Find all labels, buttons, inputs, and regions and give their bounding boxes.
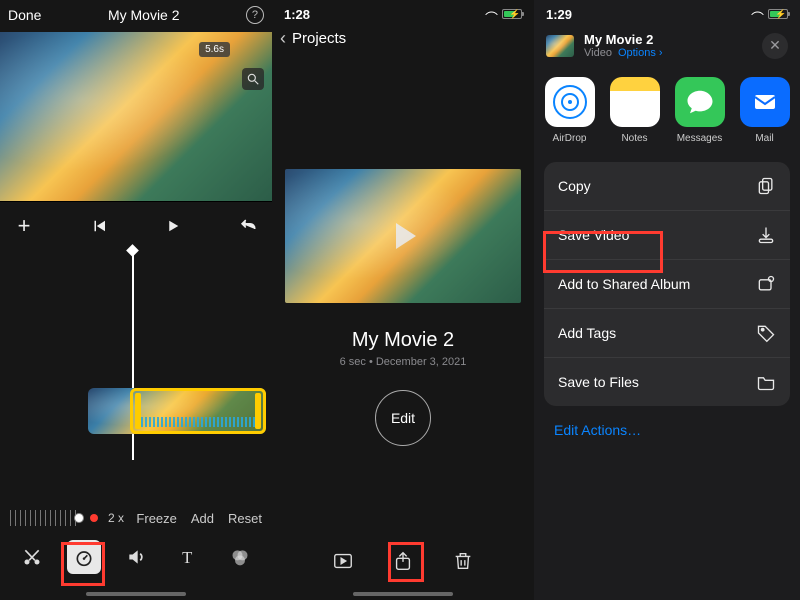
delete-button[interactable] — [450, 548, 476, 574]
clock: 1:29 — [546, 7, 572, 22]
airdrop-icon — [545, 77, 595, 127]
project-screen: 1:28 ⚡ ‹ Projects My Movie 2 6 sec • Dec… — [272, 0, 534, 600]
project-title: My Movie 2 — [272, 329, 534, 352]
edit-actions-button[interactable]: Edit Actions… — [534, 406, 800, 454]
battery-icon: ⚡ — [768, 9, 788, 19]
shared-album-icon — [756, 274, 776, 294]
editor-topbar: Done My Movie 2 ? — [0, 0, 272, 32]
project-title: My Movie 2 — [108, 7, 180, 23]
speed-tool[interactable] — [67, 540, 101, 574]
share-actions-list: Copy Save Video Add to Shared Album Add … — [544, 162, 790, 406]
messages-app[interactable]: Messages — [674, 77, 725, 144]
project-meta: 6 sec • December 3, 2021 — [272, 356, 534, 368]
notes-icon — [610, 77, 660, 127]
speed-ramp-indicator — [141, 417, 255, 427]
back-button[interactable]: Projects — [292, 30, 346, 47]
freeze-button[interactable]: Freeze — [136, 511, 176, 526]
titles-tool[interactable]: T — [171, 540, 205, 574]
share-title: My Movie 2 — [584, 32, 663, 47]
share-options-button[interactable]: Options › — [618, 47, 663, 59]
add-media-button[interactable]: + — [10, 212, 38, 240]
notes-app[interactable]: Notes — [609, 77, 660, 144]
undo-button[interactable] — [234, 212, 262, 240]
copy-action[interactable]: Copy — [544, 162, 790, 211]
mail-app[interactable]: Mail — [739, 77, 790, 144]
timeline[interactable] — [0, 250, 272, 460]
add-shared-label: Add to Shared Album — [558, 276, 690, 292]
speed-controls: 2 x Freeze Add Reset — [0, 510, 272, 526]
battery-icon: ⚡ — [502, 9, 522, 19]
notes-label: Notes — [621, 133, 647, 144]
play-overlay-icon[interactable] — [285, 169, 521, 303]
done-button[interactable]: Done — [8, 7, 41, 23]
save-video-label: Save Video — [558, 227, 629, 243]
play-fullscreen-button[interactable] — [330, 548, 356, 574]
volume-tool[interactable] — [119, 540, 153, 574]
mail-icon — [740, 77, 790, 127]
speed-slider[interactable] — [10, 510, 80, 526]
add-shared-album-action[interactable]: Add to Shared Album — [544, 260, 790, 309]
filters-tool[interactable] — [223, 540, 257, 574]
close-icon[interactable]: ✕ — [762, 33, 788, 59]
edit-toolbar: T — [0, 532, 272, 582]
help-icon[interactable]: ? — [246, 6, 264, 24]
share-subtitle: Video — [584, 47, 612, 59]
copy-label: Copy — [558, 178, 591, 194]
project-actions — [272, 548, 534, 574]
tag-icon — [756, 323, 776, 343]
messages-label: Messages — [677, 133, 723, 144]
copy-icon — [756, 176, 776, 196]
reset-speed-button[interactable]: Reset — [228, 511, 262, 526]
svg-text:T: T — [182, 548, 192, 567]
speed-indicator-icon — [90, 514, 98, 522]
duration-badge: 5.6s — [199, 42, 230, 57]
home-indicator — [353, 592, 453, 596]
share-header: My Movie 2 Video Options › ✕ — [534, 24, 800, 73]
save-to-files-action[interactable]: Save to Files — [544, 358, 790, 406]
share-thumbnail — [546, 35, 574, 57]
clock: 1:28 — [284, 7, 310, 22]
save-files-label: Save to Files — [558, 374, 639, 390]
transport-bar: + — [0, 202, 272, 250]
mail-label: Mail — [755, 133, 773, 144]
status-bar: 1:29 ⚡ — [534, 0, 800, 24]
add-tags-action[interactable]: Add Tags — [544, 309, 790, 358]
airdrop-label: AirDrop — [553, 133, 587, 144]
speed-multiplier: 2 x — [108, 511, 124, 525]
video-preview[interactable] — [0, 32, 272, 202]
cut-tool[interactable] — [15, 540, 49, 574]
skip-back-button[interactable] — [85, 212, 113, 240]
airdrop-app[interactable]: AirDrop — [544, 77, 595, 144]
editor-screen: Done My Movie 2 ? 5.6s + 2 x Freeze Add … — [0, 0, 272, 600]
save-video-action[interactable]: Save Video — [544, 211, 790, 260]
nav-bar: ‹ Projects — [272, 24, 534, 59]
share-apps: AirDrop Notes Messages Mail — [534, 73, 800, 162]
add-speed-button[interactable]: Add — [191, 511, 214, 526]
messages-icon — [675, 77, 725, 127]
add-tags-label: Add Tags — [558, 325, 616, 341]
download-icon — [756, 225, 776, 245]
magnifier-icon[interactable] — [242, 68, 264, 90]
wifi-icon — [484, 9, 498, 19]
edit-button[interactable]: Edit — [375, 390, 431, 446]
folder-icon — [756, 372, 776, 392]
back-chevron-icon[interactable]: ‹ — [280, 28, 286, 49]
clip-selection[interactable] — [130, 388, 266, 434]
project-thumbnail[interactable] — [285, 169, 521, 303]
wifi-icon — [750, 9, 764, 19]
home-indicator — [86, 592, 186, 596]
share-sheet: 1:29 ⚡ My Movie 2 Video Options › ✕ AirD… — [534, 0, 800, 600]
share-button[interactable] — [390, 548, 416, 574]
play-button[interactable] — [159, 212, 187, 240]
status-bar: 1:28 ⚡ — [272, 0, 534, 24]
